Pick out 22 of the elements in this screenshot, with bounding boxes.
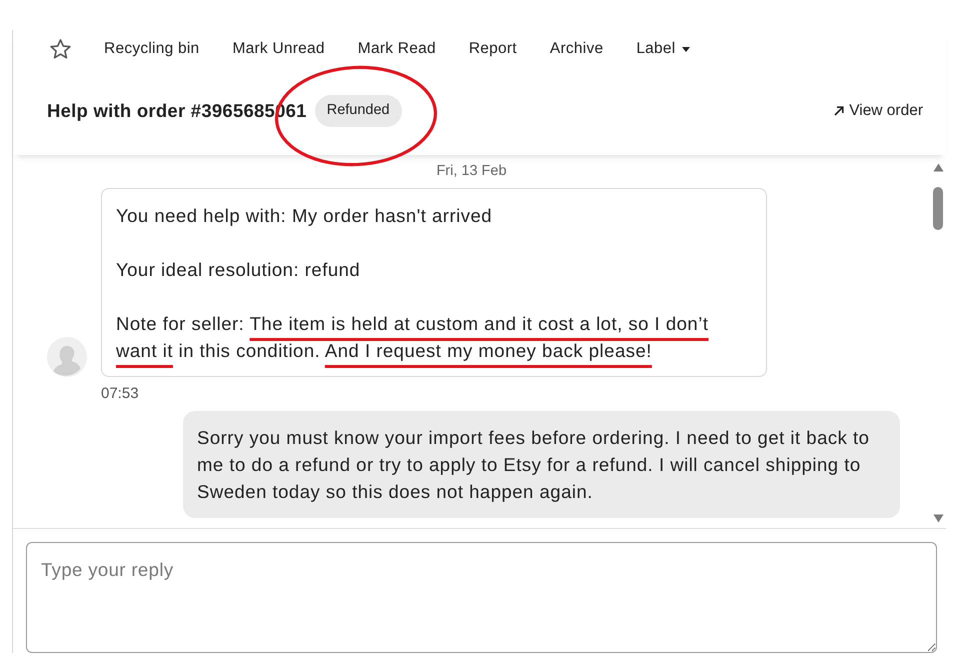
diagonal-arrow-icon xyxy=(834,106,844,116)
message-text: Your ideal resolution: refund xyxy=(116,258,362,282)
toolbar-button[interactable]: Report xyxy=(468,39,517,59)
toolbar-button[interactable]: Recycling bin xyxy=(104,39,200,59)
label-dropdown[interactable]: Label xyxy=(636,39,690,59)
date-label: Fri, 13 Feb xyxy=(435,162,508,181)
message-text: Sorry you must know your import fees before ordering. I need to get it back to me to do a refund or try to apply to Etsy for a refund. I will cancel shipping to Sweden today so this does not happen again. xyxy=(197,426,870,504)
toolbar-button[interactable]: Archive xyxy=(550,39,604,59)
toolbar-button[interactable]: Mark Read xyxy=(358,39,436,59)
status-badge: Refunded xyxy=(314,95,402,127)
reply-field[interactable]: Type your reply xyxy=(26,542,937,653)
view-order-link[interactable]: View order xyxy=(834,99,923,123)
star-icon[interactable] xyxy=(50,39,71,59)
scroll-up-arrow-icon[interactable] xyxy=(932,163,944,172)
scrollbar-thumb[interactable] xyxy=(933,187,943,230)
toolbar-button[interactable]: Mark Unread xyxy=(232,39,325,59)
caret-icon xyxy=(682,46,690,52)
message-text: You need help with: My order hasn't arrived xyxy=(116,204,494,228)
message-text: Note for seller: The item is held at custom and it cost a lot, so I don’t want it in this condition. And I request my money back please! xyxy=(116,312,710,363)
message-time: 07:53 xyxy=(101,384,139,404)
avatar-icon xyxy=(47,337,87,377)
scroll-down-arrow-icon[interactable] xyxy=(932,514,944,523)
